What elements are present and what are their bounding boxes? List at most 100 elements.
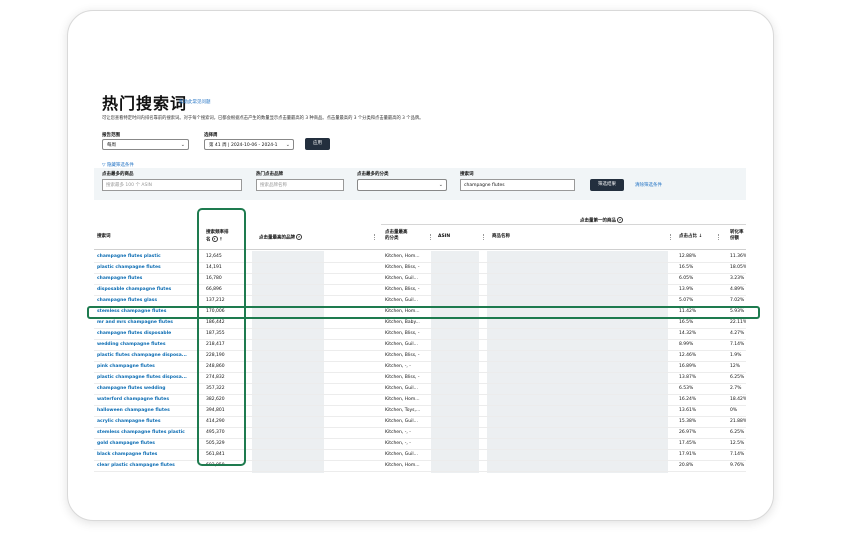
clear-filters-link[interactable]: 清除筛选条件	[635, 182, 662, 188]
conversion-cell: 12.5%	[730, 441, 745, 446]
report-range-value: 每周	[107, 143, 116, 148]
category-select[interactable]: ⌄	[357, 179, 447, 191]
keyword-cell[interactable]: gold champagne flutes	[97, 438, 197, 449]
category-cell: Kitchen, Toys,...	[385, 408, 421, 413]
conversion-cell: 18.42%	[730, 397, 746, 402]
product-filter-label: 点击最多的商品	[102, 172, 134, 177]
conversion-cell: 6.25%	[730, 430, 745, 435]
keyword-cell[interactable]: plastic flutes champagne disposa...	[97, 350, 197, 361]
app-screen: 热门搜索词 帮助此常见问题 可让您查看特定时间内排名靠前的搜索词。对于每个搜索词…	[94, 35, 746, 505]
category-cell: Kitchen, -, -	[385, 364, 411, 369]
conversion-cell: 1.9%	[730, 353, 742, 358]
click-share-cell: 12.46%	[679, 353, 697, 358]
click-share-cell: 26.97%	[679, 430, 697, 435]
conversion-cell: 3.23%	[730, 276, 745, 281]
category-cell: Kitchen, Hom...	[385, 397, 420, 402]
conversion-cell: 7.14%	[730, 452, 745, 457]
click-share-cell: 16.24%	[679, 397, 697, 402]
sort-down-icon[interactable]: ↓	[699, 234, 703, 239]
help-link[interactable]: 帮助此常见问题	[179, 99, 211, 105]
top-product-group-label: 点击量第一的商品	[580, 218, 616, 224]
category-filter-label: 点击最多的分类	[357, 172, 389, 177]
click-share-cell: 15.38%	[679, 419, 697, 424]
table-row[interactable]: clear plastic champagne flutes 602,059 Kit…	[94, 460, 746, 472]
col-click-share[interactable]: 点击占比 ↓	[679, 234, 702, 240]
click-share-cell: 6.05%	[679, 276, 694, 281]
category-cell: Kitchen, Guil...	[385, 298, 418, 303]
col-divider	[670, 234, 671, 240]
click-share-cell: 12.88%	[679, 254, 697, 259]
brand-search-placeholder: 搜索品牌名称	[260, 183, 287, 188]
click-share-cell: 13.87%	[679, 375, 697, 380]
col-divider	[718, 234, 719, 240]
conversion-cell: 4.27%	[730, 331, 745, 336]
keyword-cell[interactable]: champagne flutes	[97, 273, 197, 284]
keyword-cell[interactable]: clear plastic champagne flutes	[97, 460, 197, 471]
brand-search-input[interactable]: 搜索品牌名称	[256, 179, 344, 191]
keyword-cell[interactable]: pink champagne flutes	[97, 361, 197, 372]
asin-search-input[interactable]: 搜索最多 100 个 ASIN	[102, 179, 242, 191]
device-frame: 热门搜索词 帮助此常见问题 可让您查看特定时间内排名靠前的搜索词。对于每个搜索词…	[67, 10, 774, 521]
conversion-cell: 12%	[730, 364, 741, 369]
click-share-cell: 14.32%	[679, 331, 697, 336]
keyword-cell[interactable]: champagne flutes glass	[97, 295, 197, 306]
click-share-cell: 20.8%	[679, 463, 694, 468]
keyword-cell[interactable]: disposable champagne flutes	[97, 284, 197, 295]
keyword-cell[interactable]: black champagne flutes	[97, 449, 197, 460]
col-conversion[interactable]: 转化率份额	[730, 230, 746, 242]
col-asin[interactable]: ASIN	[438, 234, 450, 240]
conversion-cell: 4.89%	[730, 287, 745, 292]
keyword-cell[interactable]: champagne flutes plastic	[97, 251, 197, 262]
keyword-cell[interactable]: stemless champagne flutes plastic	[97, 427, 197, 438]
click-share-cell: 17.45%	[679, 441, 697, 446]
group-divider	[381, 224, 746, 225]
click-share-cell: 6.53%	[679, 386, 694, 391]
click-share-cell: 8.99%	[679, 342, 694, 347]
click-share-cell: 16.5%	[679, 265, 694, 270]
keyword-cell[interactable]: champagne flutes wedding	[97, 383, 197, 394]
keyword-cell[interactable]: waterford champagne flutes	[97, 394, 197, 405]
category-cell: Kitchen, Bliss, -	[385, 331, 420, 336]
table-header: 点击量第一的商品? 搜索词 搜索频率排名? ↑ 点击量最高的品牌? 点击量最高的…	[94, 213, 746, 250]
category-cell: Kitchen, Bliss, -	[385, 353, 420, 358]
col-brand-label: 点击量最高的品牌	[259, 235, 295, 241]
col-category[interactable]: 点击量最高的分类	[385, 230, 411, 242]
chevron-down-icon: ⌄	[438, 182, 443, 188]
keyword-cell[interactable]: champagne flutes disposable	[97, 328, 197, 339]
filter-results-button[interactable]: 筛选结果	[590, 179, 624, 191]
col-brand[interactable]: 点击量最高的品牌?	[259, 234, 302, 242]
info-icon: ?	[617, 217, 623, 223]
keyword-cell[interactable]: plastic champagne flutes	[97, 262, 197, 273]
col-product-name[interactable]: 商品名称	[492, 234, 510, 240]
category-cell: Kitchen, -, -	[385, 441, 411, 446]
click-share-cell: 13.61%	[679, 408, 697, 413]
category-cell: Kitchen, -, -	[385, 430, 411, 435]
category-cell: Kitchen, Hom...	[385, 254, 420, 259]
report-range-select[interactable]: 每周 ⌄	[102, 139, 189, 150]
apply-button[interactable]: 应用	[305, 138, 330, 150]
category-cell: Kitchen, Guil...	[385, 419, 418, 424]
conversion-cell: 9.76%	[730, 463, 745, 468]
category-cell: Kitchen, Guil...	[385, 452, 418, 457]
keyword-cell[interactable]: wedding champagne flutes	[97, 339, 197, 350]
col-divider	[374, 234, 375, 240]
click-share-cell: 13.9%	[679, 287, 694, 292]
page-title: 热门搜索词	[102, 94, 188, 113]
conversion-cell: 21.88%	[730, 419, 746, 424]
category-cell: Kitchen, Guil...	[385, 276, 418, 281]
col-click-share-label: 点击占比	[679, 234, 697, 239]
click-share-cell: 5.07%	[679, 298, 694, 303]
page-description: 可让您查看特定时间内排名靠前的搜索词。对于每个搜索词，已都会根据点击产生的数量显…	[102, 116, 424, 121]
conversion-cell: 7.14%	[730, 342, 745, 347]
conversion-cell: 6.25%	[730, 375, 745, 380]
keyword-cell[interactable]: halloween champagne flutes	[97, 405, 197, 416]
conversion-cell: 2.7%	[730, 386, 742, 391]
chevron-down-icon: ⌄	[180, 142, 185, 148]
keyword-search-input[interactable]: champagne flutes	[460, 179, 575, 191]
keyword-cell[interactable]: plastic champagne flutes disposa...	[97, 372, 197, 383]
asin-search-placeholder: 搜索最多 100 个 ASIN	[106, 183, 153, 188]
keyword-cell[interactable]: acrylic champagne flutes	[97, 416, 197, 427]
week-value: 第 41 周 | 2024-10-06 - 2024-1	[209, 143, 278, 148]
week-select[interactable]: 第 41 周 | 2024-10-06 - 2024-1 ⌄	[204, 139, 294, 150]
col-keyword[interactable]: 搜索词	[97, 234, 111, 240]
